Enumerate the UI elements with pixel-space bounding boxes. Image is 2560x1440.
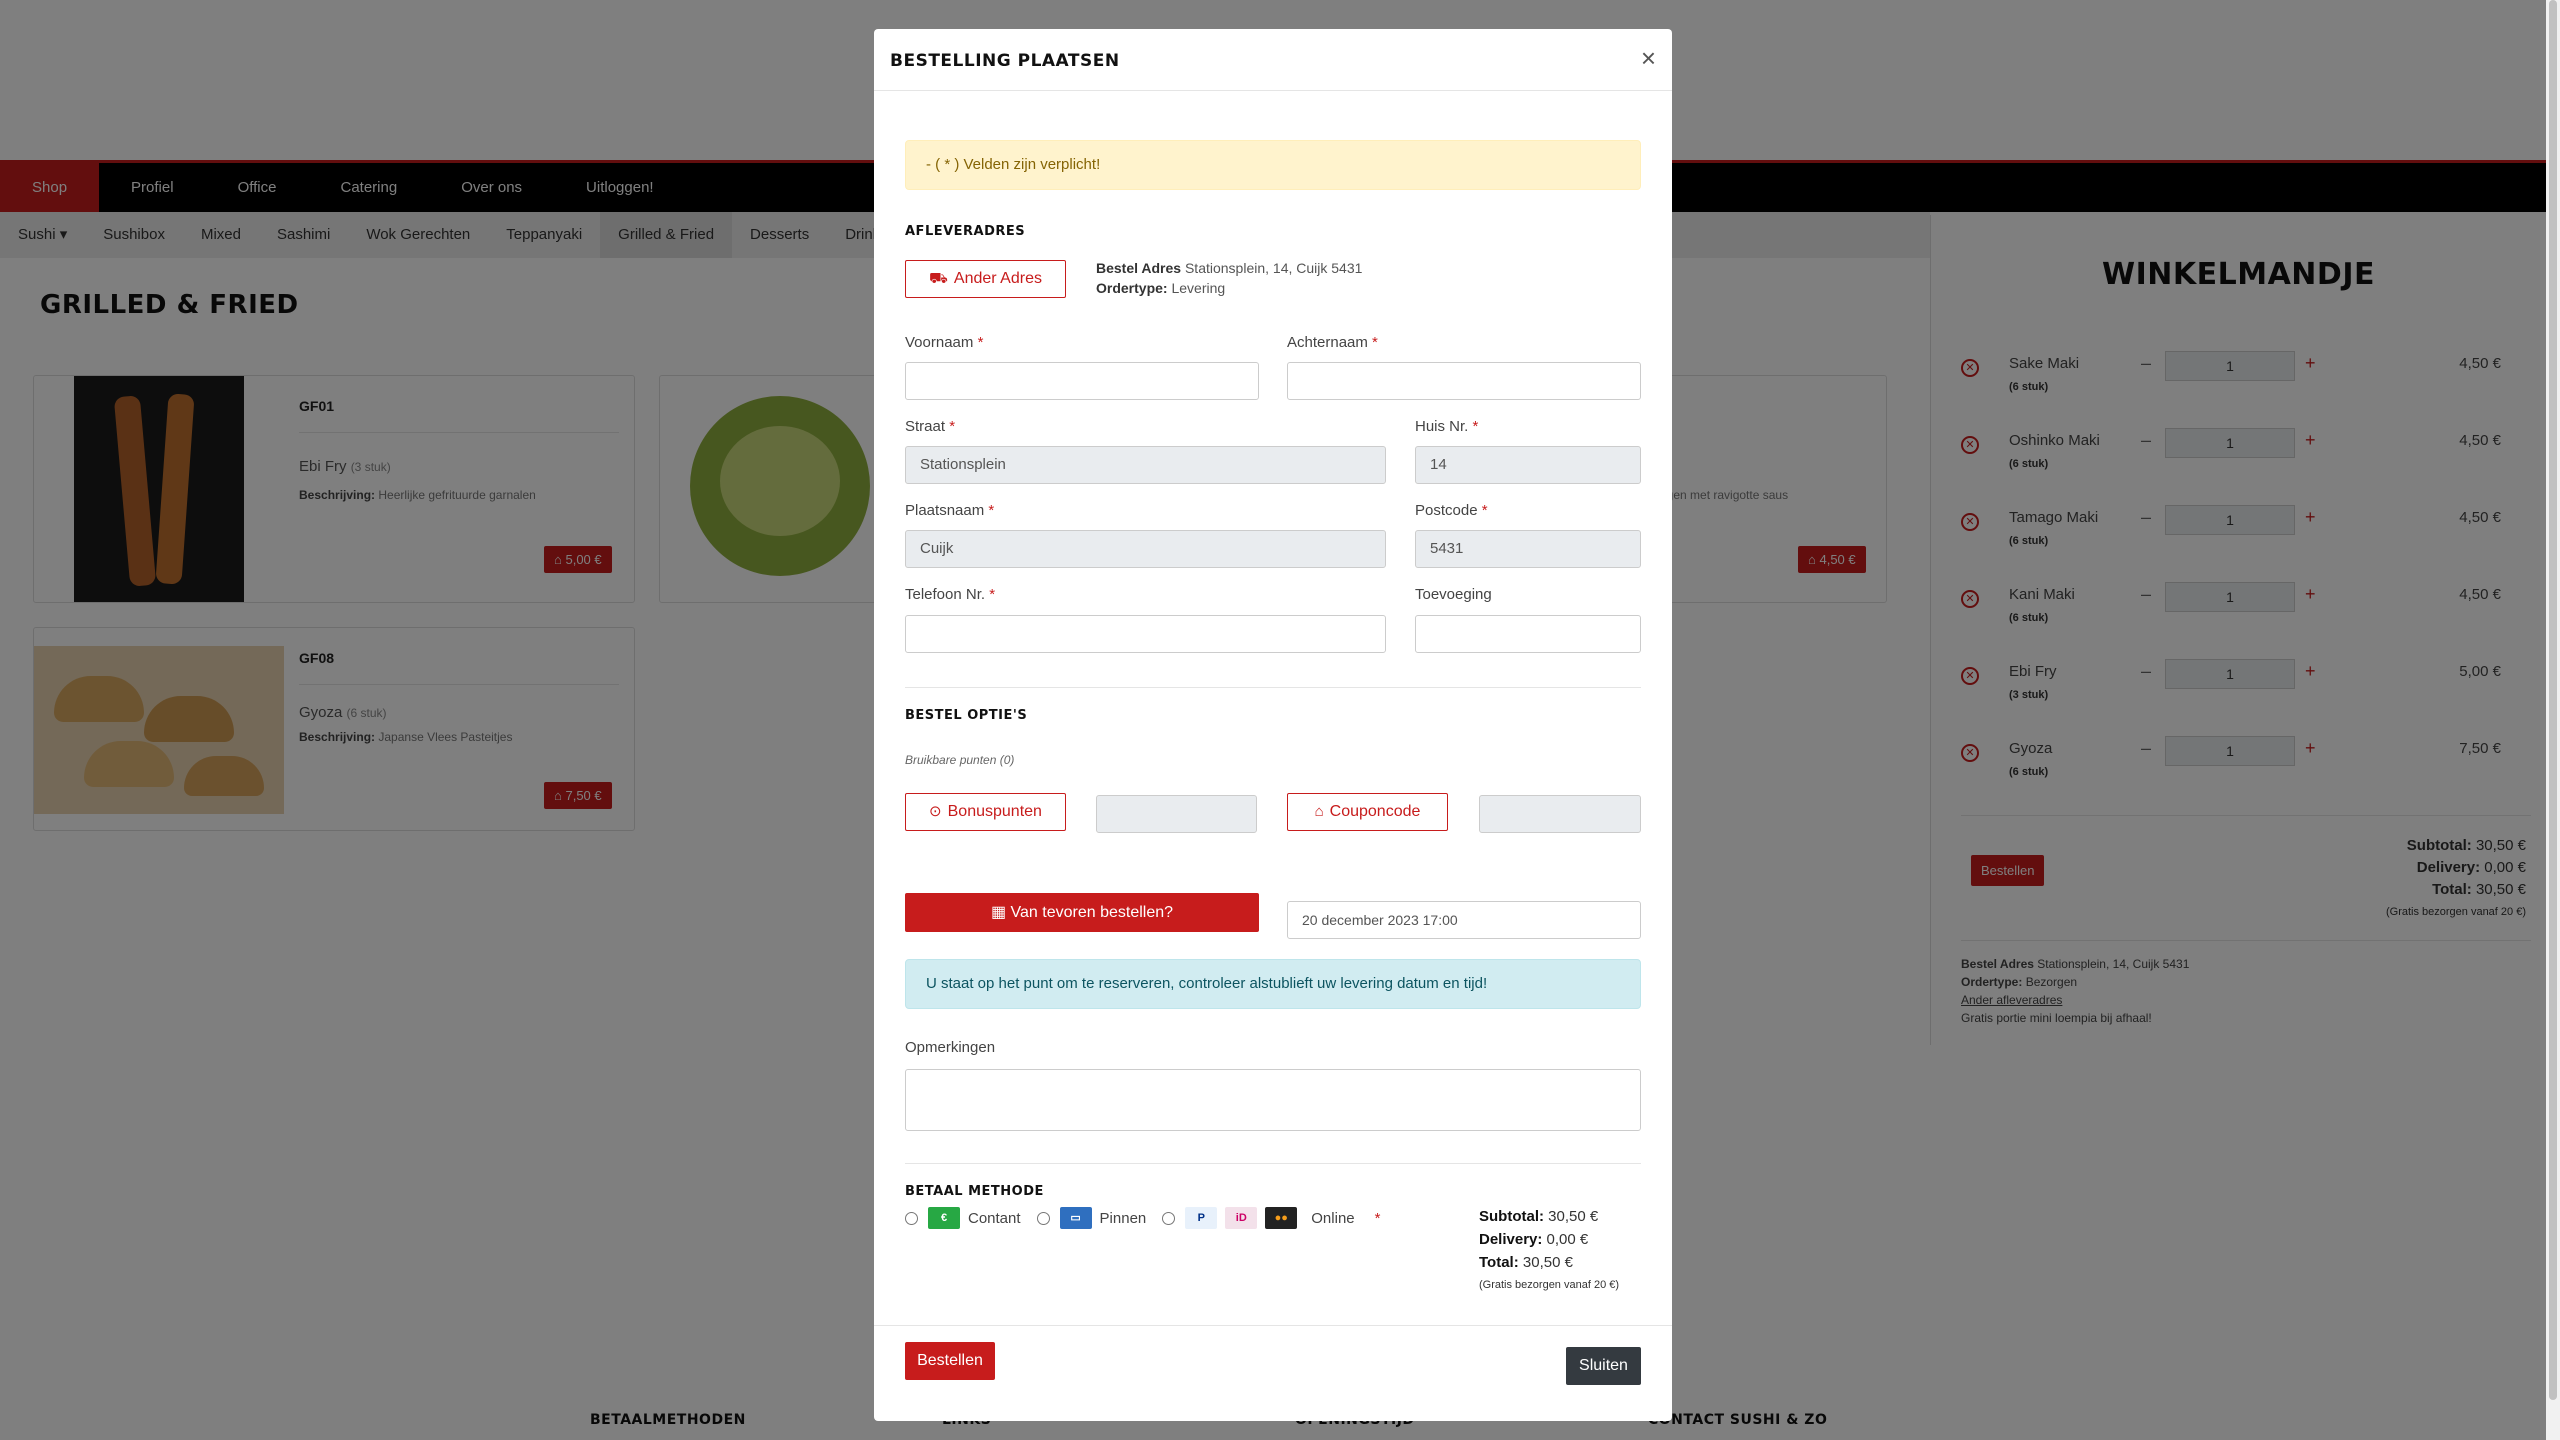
modal-title: BESTELLING PLAATSEN <box>890 51 1120 71</box>
bonus-points-button[interactable]: ⊙ Bonuspunten <box>905 793 1066 831</box>
paypal-icon: P <box>1185 1207 1218 1229</box>
radio-online[interactable] <box>1162 1211 1176 1225</box>
modal-header: BESTELLING PLAATSEN × <box>874 29 1672 91</box>
cash-icon: € <box>928 1207 960 1229</box>
coupon-code-button[interactable]: ⌂ Couponcode <box>1287 793 1448 831</box>
remarks-textarea[interactable] <box>905 1069 1641 1131</box>
payment-options: € Contant ▭ Pinnen P iD ●● Online * <box>905 1207 1380 1229</box>
other-address-button[interactable]: ⛟ Ander Adres <box>905 260 1066 298</box>
pay-label-contant: Contant <box>968 1209 1021 1227</box>
huisnr-input[interactable]: 14 <box>1415 446 1641 484</box>
toevoeging-label: Toevoeging <box>1415 586 1492 603</box>
preorder-date-input[interactable]: 20 december 2023 17:00 <box>1287 901 1641 939</box>
postcode-input[interactable]: 5431 <box>1415 530 1641 568</box>
achternaam-label: Achternaam * <box>1287 334 1378 351</box>
card-icon: ▭ <box>1059 1207 1092 1229</box>
pay-label-pinnen: Pinnen <box>1099 1209 1147 1227</box>
preorder-button[interactable]: ▦ Van tevoren bestellen? <box>905 893 1259 932</box>
remarks-label: Opmerkingen <box>905 1039 996 1056</box>
bonus-points-input[interactable] <box>1096 795 1257 833</box>
map-icon: ⛟ <box>929 270 948 287</box>
huisnr-label: Huis Nr. * <box>1415 418 1479 435</box>
radio-contant[interactable] <box>905 1211 918 1225</box>
delivery-section-title: AFLEVERADRES <box>905 224 1026 239</box>
plaatsnaam-label: Plaatsnaam * <box>905 502 995 519</box>
toevoeging-input[interactable] <box>1415 615 1641 653</box>
options-section-title: BESTEL OPTIE'S <box>905 708 1028 723</box>
order-modal: BESTELLING PLAATSEN × - ( * ) Velden zij… <box>874 29 1672 1421</box>
pay-label-online: Online <box>1311 1209 1355 1227</box>
calendar-icon: ▦ <box>990 904 1007 921</box>
close-modal-button[interactable]: Sluiten <box>1566 1347 1641 1385</box>
place-order-button[interactable]: Bestellen <box>905 1342 995 1380</box>
voornaam-label: Voornaam * <box>905 334 984 351</box>
voornaam-input[interactable] <box>905 362 1259 400</box>
telefoon-label: Telefoon Nr. * <box>905 586 996 603</box>
scrollbar[interactable] <box>2546 0 2560 1440</box>
close-icon[interactable]: × <box>1641 43 1656 74</box>
required-alert: - ( * ) Velden zijn verplicht! <box>905 140 1641 190</box>
tag-icon: ⌂ <box>1314 803 1324 820</box>
straat-input[interactable]: Stationsplein <box>905 446 1386 484</box>
straat-label: Straat * <box>905 418 956 435</box>
order-address-info: Bestel Adres Stationsplein, 14, Cuijk 54… <box>1096 260 1363 296</box>
mastercard-icon: ●● <box>1265 1207 1298 1229</box>
radio-pinnen[interactable] <box>1036 1211 1050 1225</box>
payment-section-title: BETAAL METHODE <box>905 1184 1044 1199</box>
ideal-icon: iD <box>1225 1207 1258 1229</box>
order-totals: Subtotal: 30,50 € Delivery: 0,00 € Total… <box>1479 1208 1620 1291</box>
coupon-code-input[interactable] <box>1479 795 1641 833</box>
coin-icon: ⊙ <box>929 803 942 820</box>
postcode-label: Postcode * <box>1415 502 1488 519</box>
points-note: Bruikbare punten (0) <box>905 753 1015 767</box>
plaatsnaam-input[interactable]: Cuijk <box>905 530 1386 568</box>
telefoon-input[interactable] <box>905 615 1386 653</box>
achternaam-input[interactable] <box>1287 362 1641 400</box>
reservation-alert: U staat op het punt om te reserveren, co… <box>905 959 1641 1009</box>
